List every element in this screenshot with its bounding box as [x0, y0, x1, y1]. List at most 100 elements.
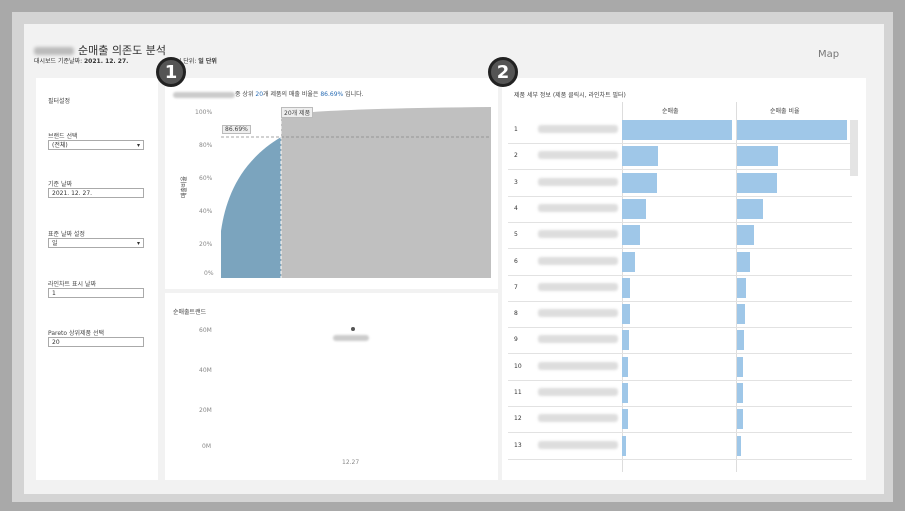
trend-point[interactable] [351, 327, 355, 331]
table-row[interactable]: 13 [508, 433, 852, 460]
sales-bar [622, 383, 628, 403]
redacted-product-name [538, 440, 618, 449]
table-row[interactable]: 1 [508, 117, 852, 144]
table-row[interactable]: 3 [508, 170, 852, 197]
pareto-ylabel: 매출비율 [181, 175, 188, 198]
ratio-bar [737, 251, 751, 272]
sales-bar [622, 409, 628, 430]
map-link[interactable]: Map [818, 49, 839, 60]
table-row[interactable]: 5 [508, 222, 852, 250]
pareto-rest-area [281, 107, 491, 278]
ytick: 20M [199, 407, 212, 414]
unit-label: 표준 날짜 설정 [48, 231, 85, 238]
row-number: 9 [514, 336, 518, 344]
chevron-down-icon: ▾ [136, 142, 140, 149]
pareto-plot[interactable] [221, 106, 491, 278]
table-row[interactable]: 2 [508, 143, 852, 171]
row-number: 13 [514, 441, 522, 449]
line-date-label: 라인차트 표시 날짜 [48, 281, 96, 288]
ytick: 40% [199, 208, 213, 215]
table-row[interactable]: 6 [508, 249, 852, 276]
redacted-product-name [538, 177, 618, 186]
row-number: 5 [514, 231, 518, 239]
ytick: 60% [199, 175, 213, 182]
sales-bar [622, 120, 732, 140]
sales-bar [622, 146, 659, 167]
filter-heading: 필터설정 [48, 98, 71, 105]
dashboard-subtitle: 대시보드 기준날짜: 2021. 12. 27. 표시 단위: 일 단위 [34, 58, 217, 65]
table-row[interactable]: 9 [508, 327, 852, 355]
table-row[interactable]: 12 [508, 406, 852, 434]
ratio-bar [737, 356, 743, 377]
sales-bar [622, 356, 628, 377]
sales-bar [622, 172, 658, 193]
table-row[interactable]: 11 [508, 380, 852, 407]
redacted-product-name [538, 203, 618, 212]
xtick: 12.27 [342, 459, 360, 466]
sales-bar [622, 225, 640, 246]
ratio-bar [737, 120, 847, 140]
trend-title: 순매출트랜드 [173, 309, 207, 316]
step-badge-2: 2 [488, 57, 518, 87]
ytick: 40M [199, 367, 212, 374]
redacted-product-name [538, 361, 618, 370]
pareto-input[interactable]: 20 [48, 337, 144, 347]
redacted-product-name [538, 335, 618, 344]
sales-bar [622, 304, 630, 325]
ratio-bar [737, 330, 744, 351]
ytick: 60M [199, 327, 212, 334]
date-input[interactable]: 2021. 12. 27. [48, 188, 144, 198]
row-number: 7 [514, 283, 518, 291]
sales-bar [622, 435, 627, 456]
sales-bar [622, 330, 629, 351]
date-label: 기준 날짜 [48, 181, 72, 188]
table-row[interactable]: 4 [508, 196, 852, 223]
step-badge-1: 1 [156, 57, 186, 87]
ytick: 0M [202, 443, 211, 450]
redacted-product-name [538, 309, 618, 318]
row-number: 4 [514, 204, 518, 212]
pareto-chart-card: 중 상위 20개 제품의 매출 비율은 86.69% 입니다. 매출비율 100… [165, 78, 498, 289]
ratio-bar [737, 172, 777, 193]
ratio-bar [737, 277, 746, 298]
table-row[interactable]: 7 [508, 275, 852, 302]
brand-select[interactable]: (전체) ▾ [48, 140, 144, 150]
sales-bar [622, 198, 647, 219]
row-number: 6 [514, 257, 518, 265]
redacted-text [173, 91, 235, 98]
redacted-product-name [538, 125, 618, 133]
redacted-product-name [538, 388, 618, 396]
redacted-product-name [538, 256, 618, 265]
row-number: 2 [514, 152, 518, 160]
ytick: 100% [195, 109, 213, 116]
ref-pct-label: 86.69% [222, 125, 251, 134]
row-number: 12 [514, 415, 522, 423]
sales-bar [622, 277, 630, 298]
redacted-text [34, 47, 74, 55]
ref-count-label: 20개 제품 [281, 107, 314, 118]
column-header-ratio[interactable]: 순매출 비율 [770, 106, 800, 115]
line-date-input[interactable]: 1 [48, 288, 144, 298]
redacted-product-name [538, 230, 618, 239]
ratio-bar [737, 383, 743, 403]
redacted-product-name [538, 282, 618, 291]
redacted-product-name [538, 151, 618, 160]
ratio-bar [737, 409, 743, 430]
redacted-product-name [538, 414, 618, 423]
ytick: 80% [199, 142, 213, 149]
ratio-bar [737, 304, 745, 325]
pareto-label: Pareto 상위제품 선택 [48, 330, 105, 337]
filter-panel: 필터설정 브랜드 선택 (전체) ▾ 기준 날짜 2021. 12. 27. 표준… [36, 78, 158, 480]
row-number: 11 [514, 389, 522, 396]
column-header-sales[interactable]: 순매출 [662, 106, 679, 115]
row-number: 1 [514, 126, 518, 133]
ratio-bar [737, 198, 764, 219]
table-title: 제품 세부 정보 (제품 클릭시, 라인차트 필터) [514, 92, 626, 99]
table-row[interactable]: 8 [508, 301, 852, 329]
ratio-bar [737, 225, 754, 246]
redacted-text [333, 335, 369, 341]
ratio-bar [737, 146, 778, 167]
unit-select[interactable]: 일 ▾ [48, 238, 144, 248]
row-number: 3 [514, 178, 518, 186]
table-row[interactable]: 10 [508, 354, 852, 381]
